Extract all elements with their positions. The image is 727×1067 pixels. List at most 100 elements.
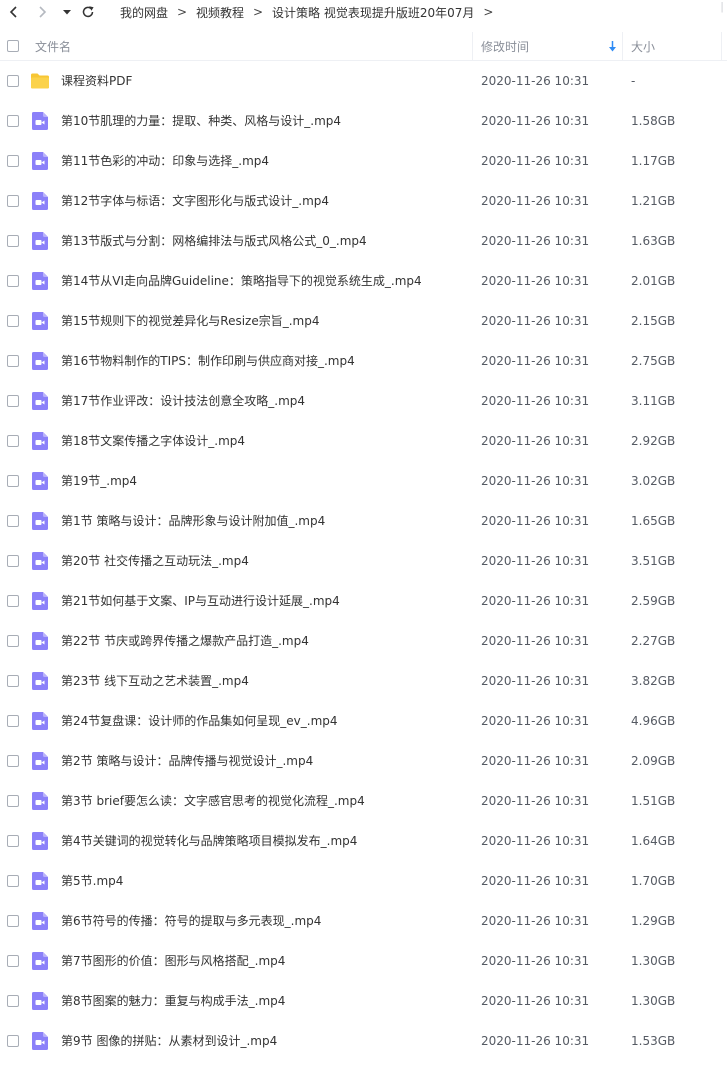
file-row[interactable]: 课程资料PDF 2020-11-26 10:31 - (0, 61, 727, 101)
file-row[interactable]: 第3节 brief要怎么读：文字感官思考的视觉化流程_.mp4 2020-11-2… (0, 781, 727, 821)
row-checkbox[interactable] (7, 795, 19, 807)
row-checkbox[interactable] (7, 235, 19, 247)
file-modified-time: 2020-11-26 10:31 (481, 594, 590, 608)
file-name[interactable]: 第18节文案传播之字体设计_.mp4 (61, 421, 245, 461)
breadcrumb-separator[interactable]: > (474, 5, 502, 19)
row-checkbox[interactable] (7, 475, 19, 487)
row-checkbox[interactable] (7, 115, 19, 127)
file-row[interactable]: 第1节 策略与设计：品牌形象与设计附加值_.mp4 2020-11-26 10:3… (0, 501, 727, 541)
file-name[interactable]: 第12节字体与标语：文字图形化与版式设计_.mp4 (61, 181, 329, 221)
column-divider[interactable] (721, 32, 722, 60)
column-header-modified-time[interactable]: 修改时间 (481, 32, 529, 60)
file-row[interactable]: 第13节版式与分割：网格编排法与版式风格公式_0_.mp4 2020-11-26 … (0, 221, 727, 261)
file-name[interactable]: 课程资料PDF (61, 61, 132, 101)
file-name[interactable]: 第16节物料制作的TIPS：制作印刷与供应商对接_.mp4 (61, 341, 355, 381)
refresh-button[interactable] (78, 0, 98, 24)
file-name[interactable]: 第2节 策略与设计：品牌传播与视觉设计_.mp4 (61, 741, 313, 781)
file-row[interactable]: 第10节肌理的力量：提取、种类、风格与设计_.mp4 2020-11-26 10:… (0, 101, 727, 141)
row-checkbox[interactable] (7, 715, 19, 727)
file-row[interactable]: 第8节图案的魅力：重复与构成手法_.mp4 2020-11-26 10:31 1.3… (0, 981, 727, 1021)
file-row[interactable]: 第15节规则下的视觉差异化与Resize宗旨_.mp4 2020-11-26 10… (0, 301, 727, 341)
file-name[interactable]: 第11节色彩的冲动：印象与选择_.mp4 (61, 141, 269, 181)
row-checkbox[interactable] (7, 155, 19, 167)
row-checkbox[interactable] (7, 875, 19, 887)
back-button[interactable] (4, 0, 24, 24)
breadcrumb-item-current-folder[interactable]: 设计策略 视觉表现提升版班20年07月 (272, 4, 474, 21)
row-checkbox[interactable] (7, 915, 19, 927)
file-name[interactable]: 第20节 社交传播之互动玩法_.mp4 (61, 541, 249, 581)
file-row[interactable]: 第2节 策略与设计：品牌传播与视觉设计_.mp4 2020-11-26 10:31… (0, 741, 727, 781)
sort-down-arrow-icon[interactable] (608, 40, 617, 52)
file-name[interactable]: 第9节 图像的拼贴：从素材到设计_.mp4 (61, 1021, 277, 1061)
file-row[interactable]: 第11节色彩的冲动：印象与选择_.mp4 2020-11-26 10:31 1.17… (0, 141, 727, 181)
file-row[interactable]: 第16节物料制作的TIPS：制作印刷与供应商对接_.mp4 2020-11-26 … (0, 341, 727, 381)
file-name[interactable]: 第14节从VI走向品牌Guideline：策略指导下的视觉系统生成_.mp4 (61, 261, 422, 301)
row-checkbox[interactable] (7, 435, 19, 447)
file-row[interactable]: 第14节从VI走向品牌Guideline：策略指导下的视觉系统生成_.mp4 20… (0, 261, 727, 301)
file-name[interactable]: 第22节 节庆或跨界传播之爆款产品打造_.mp4 (61, 621, 309, 661)
file-row[interactable]: 第20节 社交传播之互动玩法_.mp4 2020-11-26 10:31 3.51G… (0, 541, 727, 581)
breadcrumb-item-video-tutorials[interactable]: 视频教程 (196, 4, 244, 21)
video-file-icon (32, 312, 48, 330)
file-row[interactable]: 第5节.mp4 2020-11-26 10:31 1.70GB (0, 861, 727, 901)
caret-down-icon (63, 10, 71, 15)
file-name[interactable]: 第7节图形的价值：图形与风格搭配_.mp4 (61, 941, 285, 981)
file-name[interactable]: 第5节.mp4 (61, 861, 123, 901)
row-checkbox[interactable] (7, 395, 19, 407)
row-checkbox[interactable] (7, 315, 19, 327)
column-header-name[interactable]: 文件名 (35, 32, 71, 60)
file-row[interactable]: 第17节作业评改：设计技法创意全攻略_.mp4 2020-11-26 10:31 3… (0, 381, 727, 421)
select-all-checkbox[interactable] (7, 40, 19, 52)
file-row[interactable]: 第19节_.mp4 2020-11-26 10:31 3.02GB (0, 461, 727, 501)
column-divider[interactable] (472, 32, 473, 60)
video-file-icon (32, 152, 48, 170)
file-size: 2.59GB (631, 594, 676, 608)
file-name[interactable]: 第1节 策略与设计：品牌形象与设计附加值_.mp4 (61, 501, 325, 541)
file-row[interactable]: 第9节 图像的拼贴：从素材到设计_.mp4 2020-11-26 10:31 1.5… (0, 1021, 727, 1061)
file-name[interactable]: 第23节 线下互动之艺术装置_.mp4 (61, 661, 249, 701)
row-checkbox[interactable] (7, 675, 19, 687)
row-checkbox[interactable] (7, 755, 19, 767)
file-modified-time: 2020-11-26 10:31 (481, 954, 590, 968)
file-name[interactable]: 第15节规则下的视觉差异化与Resize宗旨_.mp4 (61, 301, 319, 341)
row-checkbox[interactable] (7, 1035, 19, 1047)
file-name[interactable]: 第6节符号的传播：符号的提取与多元表现_.mp4 (61, 901, 321, 941)
row-checkbox[interactable] (7, 595, 19, 607)
row-checkbox[interactable] (7, 195, 19, 207)
file-row[interactable]: 第23节 线下互动之艺术装置_.mp4 2020-11-26 10:31 3.82G… (0, 661, 727, 701)
row-checkbox[interactable] (7, 515, 19, 527)
row-checkbox[interactable] (7, 955, 19, 967)
file-name[interactable]: 第10节肌理的力量：提取、种类、风格与设计_.mp4 (61, 101, 341, 141)
file-name[interactable]: 第3节 brief要怎么读：文字感官思考的视觉化流程_.mp4 (61, 781, 365, 821)
row-checkbox[interactable] (7, 555, 19, 567)
column-header-size[interactable]: 大小 (631, 32, 655, 60)
row-checkbox[interactable] (7, 635, 19, 647)
file-row[interactable]: 第22节 节庆或跨界传播之爆款产品打造_.mp4 2020-11-26 10:31… (0, 621, 727, 661)
column-divider[interactable] (622, 32, 623, 60)
video-file-icon (32, 712, 48, 730)
file-row[interactable]: 第18节文案传播之字体设计_.mp4 2020-11-26 10:31 2.92GB (0, 421, 727, 461)
forward-button[interactable] (32, 0, 52, 24)
breadcrumb-item-my-disk[interactable]: 我的网盘 (120, 4, 168, 21)
file-row[interactable]: 第24节复盘课：设计师的作品集如何呈现_ev_.mp4 2020-11-26 10… (0, 701, 727, 741)
row-checkbox[interactable] (7, 275, 19, 287)
file-name[interactable]: 第13节版式与分割：网格编排法与版式风格公式_0_.mp4 (61, 221, 367, 261)
file-name[interactable]: 第19节_.mp4 (61, 461, 137, 501)
file-modified-time: 2020-11-26 10:31 (481, 794, 590, 808)
file-row[interactable]: 第6节符号的传播：符号的提取与多元表现_.mp4 2020-11-26 10:31… (0, 901, 727, 941)
row-checkbox[interactable] (7, 835, 19, 847)
file-row[interactable]: 第21节如何基于文案、IP与互动进行设计延展_.mp4 2020-11-26 10… (0, 581, 727, 621)
file-name[interactable]: 第8节图案的魅力：重复与构成手法_.mp4 (61, 981, 285, 1021)
row-checkbox[interactable] (7, 75, 19, 87)
file-row[interactable]: 第4节关键词的视觉转化与品牌策略项目模拟发布_.mp4 2020-11-26 10… (0, 821, 727, 861)
file-size: - (631, 74, 636, 88)
row-checkbox[interactable] (7, 995, 19, 1007)
row-checkbox[interactable] (7, 355, 19, 367)
file-row[interactable]: 第7节图形的价值：图形与风格搭配_.mp4 2020-11-26 10:31 1.3… (0, 941, 727, 981)
file-name[interactable]: 第4节关键词的视觉转化与品牌策略项目模拟发布_.mp4 (61, 821, 357, 861)
file-row[interactable]: 第12节字体与标语：文字图形化与版式设计_.mp4 2020-11-26 10:3… (0, 181, 727, 221)
history-dropdown-button[interactable] (60, 0, 74, 24)
file-name[interactable]: 第21节如何基于文案、IP与互动进行设计延展_.mp4 (61, 581, 340, 621)
file-name[interactable]: 第17节作业评改：设计技法创意全攻略_.mp4 (61, 381, 305, 421)
file-name[interactable]: 第24节复盘课：设计师的作品集如何呈现_ev_.mp4 (61, 701, 338, 741)
